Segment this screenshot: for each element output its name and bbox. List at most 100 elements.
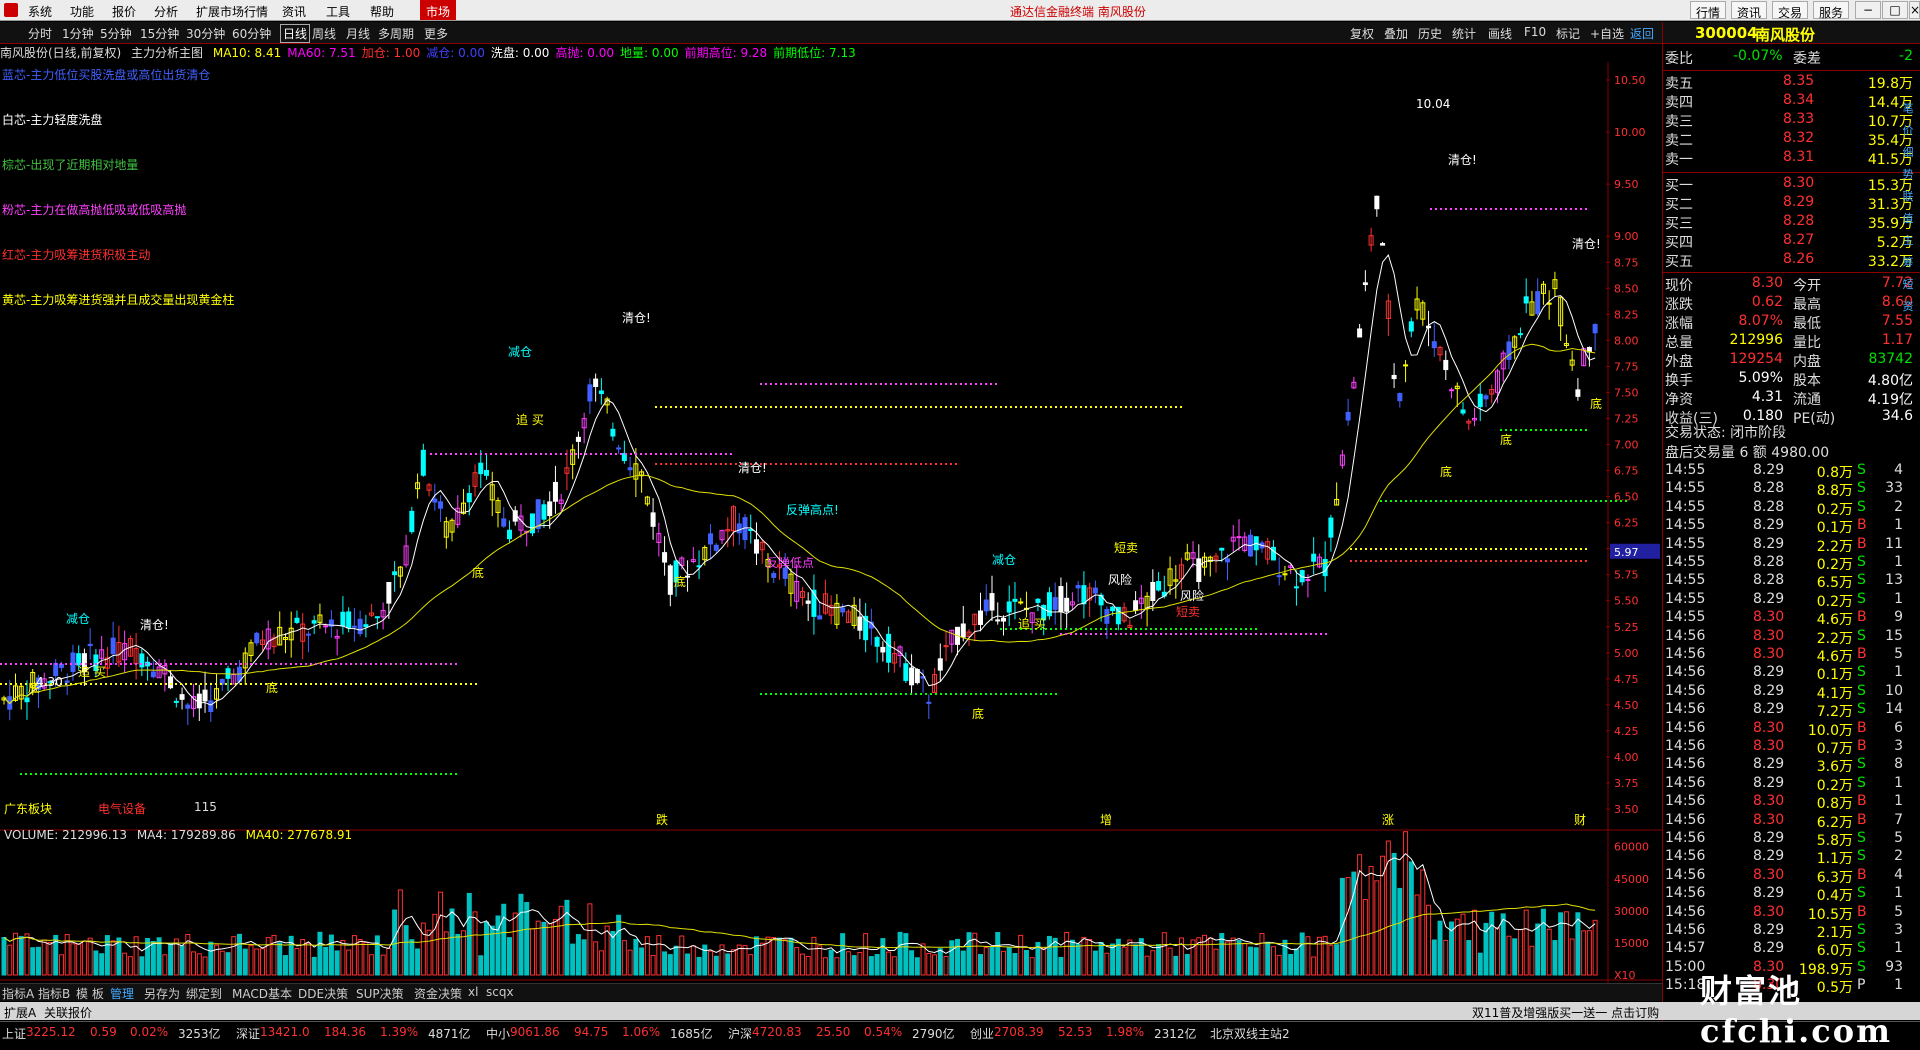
candle-body (1443, 359, 1449, 371)
period-5min[interactable]: 5分钟 (100, 25, 132, 42)
price-tick: 8.50 (1614, 282, 1639, 295)
volume-bar (897, 931, 903, 976)
bid-row[interactable]: 买三 8.28 35.9万 (1663, 213, 1913, 232)
volume-bar (1391, 852, 1397, 976)
ask-row[interactable]: 卖一 8.31 41.5万 (1663, 149, 1913, 168)
tab-fund[interactable]: 资金决策 (414, 985, 462, 1002)
side-tab[interactable]: 势 (1898, 166, 1918, 184)
tick-cell: 5 (1894, 903, 1903, 920)
bid-row[interactable]: 买一 8.30 15.3万 (1663, 175, 1913, 194)
volume-bar (1500, 913, 1506, 976)
tab-template[interactable]: 模 板 (76, 985, 104, 1002)
side-tab[interactable]: 短 (1898, 276, 1918, 294)
tab-xl[interactable]: xl (468, 985, 478, 999)
label-clear: 清仓! (1448, 153, 1477, 167)
volume-bar (30, 947, 36, 976)
tick-cell: 8.29 (1753, 682, 1785, 699)
side-tab[interactable]: 价 (1898, 122, 1918, 140)
tool-f10[interactable]: F10 (1524, 25, 1546, 39)
menu-tools[interactable]: 工具 (326, 3, 350, 20)
tick-cell: 2.2万 (1816, 630, 1853, 647)
ask-row[interactable]: 卖三 8.33 10.7万 (1663, 111, 1913, 130)
minimize-icon[interactable]: − (1855, 1, 1881, 19)
maximize-icon[interactable]: □ (1882, 1, 1908, 19)
server-label[interactable]: 北京双线主站2 (1210, 1025, 1290, 1042)
market-tab[interactable]: 市场 (420, 0, 457, 20)
label-short-sell: 短卖 (1114, 541, 1138, 555)
tab-dde[interactable]: DDE决策 (298, 985, 348, 1002)
price-tick: 5.00 (1614, 647, 1639, 660)
status-related-quote[interactable]: 关联报价 (44, 1004, 92, 1021)
status-extended-a[interactable]: 扩展A (4, 1004, 36, 1021)
bid-row[interactable]: 买四 8.27 5.2万 (1663, 232, 1913, 251)
ask-row[interactable]: 卖五 8.35 19.8万 (1663, 73, 1913, 92)
tool-add-watchlist[interactable]: +自选 (1590, 25, 1624, 42)
tick-table[interactable]: 14:55 8.29 0.8万 S 4 14:55 8.28 8.8万 S 33 14:55 8.28… (1663, 462, 1920, 1002)
side-tab[interactable]: 主 (1898, 232, 1918, 250)
menu-help[interactable]: 帮助 (370, 3, 394, 20)
period-30min[interactable]: 30分钟 (186, 25, 225, 42)
candle-body (1374, 195, 1380, 210)
tick-row: 14:55 8.29 0.8万 S 4 (1663, 462, 1913, 481)
menu-quote[interactable]: 报价 (112, 3, 136, 20)
menu-news[interactable]: 资讯 (282, 3, 306, 20)
side-tab[interactable]: 资 (1898, 298, 1918, 316)
period-1min[interactable]: 1分钟 (62, 25, 94, 42)
close-icon[interactable]: × (1909, 1, 1920, 19)
promo-text[interactable]: 双11普及增强版买一送一 点击订购 (1472, 1004, 1659, 1021)
ask-row[interactable]: 卖二 8.32 35.4万 (1663, 130, 1913, 149)
bid-row[interactable]: 买五 8.26 33.2万 (1663, 251, 1913, 270)
top-btn-quote[interactable]: 行情 (1690, 1, 1727, 20)
volume-bar (851, 955, 857, 976)
bid-row[interactable]: 买二 8.29 31.3万 (1663, 194, 1913, 213)
side-tab[interactable]: 细 (1898, 144, 1918, 162)
price-tick: 9.50 (1614, 178, 1639, 191)
tab-indicator-b[interactable]: 指标B (38, 985, 70, 1002)
side-tab[interactable]: 值 (1898, 210, 1918, 228)
period-daily[interactable]: 日线 (280, 24, 311, 43)
candle-body (70, 652, 76, 672)
top-btn-news[interactable]: 资讯 (1731, 1, 1768, 20)
tab-save-as[interactable]: 另存为 (144, 985, 180, 1002)
menu-system[interactable]: 系统 (28, 3, 52, 20)
tool-history[interactable]: 历史 (1418, 25, 1442, 42)
tool-restore-rights[interactable]: 复权 (1350, 25, 1374, 42)
tab-sup[interactable]: SUP决策 (356, 985, 404, 1002)
period-timeshare[interactable]: 分时 (28, 25, 52, 42)
top-btn-trade[interactable]: 交易 (1772, 1, 1809, 20)
volume-ma40-line (3, 903, 1596, 949)
period-monthly[interactable]: 月线 (346, 25, 370, 42)
tab-scqx[interactable]: scqx (486, 985, 514, 999)
side-tab[interactable]: 联 (1898, 188, 1918, 206)
side-tab[interactable]: 笔 (1898, 100, 1918, 118)
volume-bar (616, 914, 622, 976)
tab-macd[interactable]: MACD基本 (232, 985, 292, 1002)
tool-overlay[interactable]: 叠加 (1384, 25, 1408, 42)
tab-bind[interactable]: 绑定到 (186, 985, 222, 1002)
tool-back[interactable]: 返回 (1630, 25, 1654, 42)
tab-indicator-a[interactable]: 指标A (2, 985, 34, 1002)
tick-cell: 14:55 (1665, 517, 1706, 534)
tool-draw[interactable]: 画线 (1488, 25, 1512, 42)
quote-label: 最高 (1793, 297, 1821, 313)
volume-bar (1517, 929, 1523, 976)
menu-function[interactable]: 功能 (70, 3, 94, 20)
volume-bar (1581, 930, 1587, 976)
menu-analysis[interactable]: 分析 (154, 3, 178, 20)
tab-manage[interactable]: 管理 (110, 985, 134, 1002)
period-60min[interactable]: 60分钟 (232, 25, 271, 42)
tick-cell: 0.2万 (1816, 777, 1853, 794)
period-weekly[interactable]: 周线 (312, 25, 336, 42)
period-multi[interactable]: 多周期 (378, 25, 414, 42)
candle-body (196, 693, 202, 709)
period-more[interactable]: 更多 (424, 25, 448, 42)
menu-extended-market[interactable]: 扩展市场行情 (196, 3, 268, 20)
tool-stats[interactable]: 统计 (1452, 25, 1476, 42)
tick-cell: S (1857, 554, 1866, 570)
period-15min[interactable]: 15分钟 (140, 25, 179, 42)
kline-chart[interactable]: 10.50 10.00 9.50 9.00 8.75 8.50 8.25 8.00 7.75 7.… (0, 44, 1662, 983)
ask-row[interactable]: 卖四 8.34 14.4万 (1663, 92, 1913, 111)
tool-mark[interactable]: 标记 (1556, 25, 1580, 42)
side-tab[interactable]: 筹 (1898, 254, 1918, 272)
top-btn-service[interactable]: 服务 (1813, 1, 1850, 20)
